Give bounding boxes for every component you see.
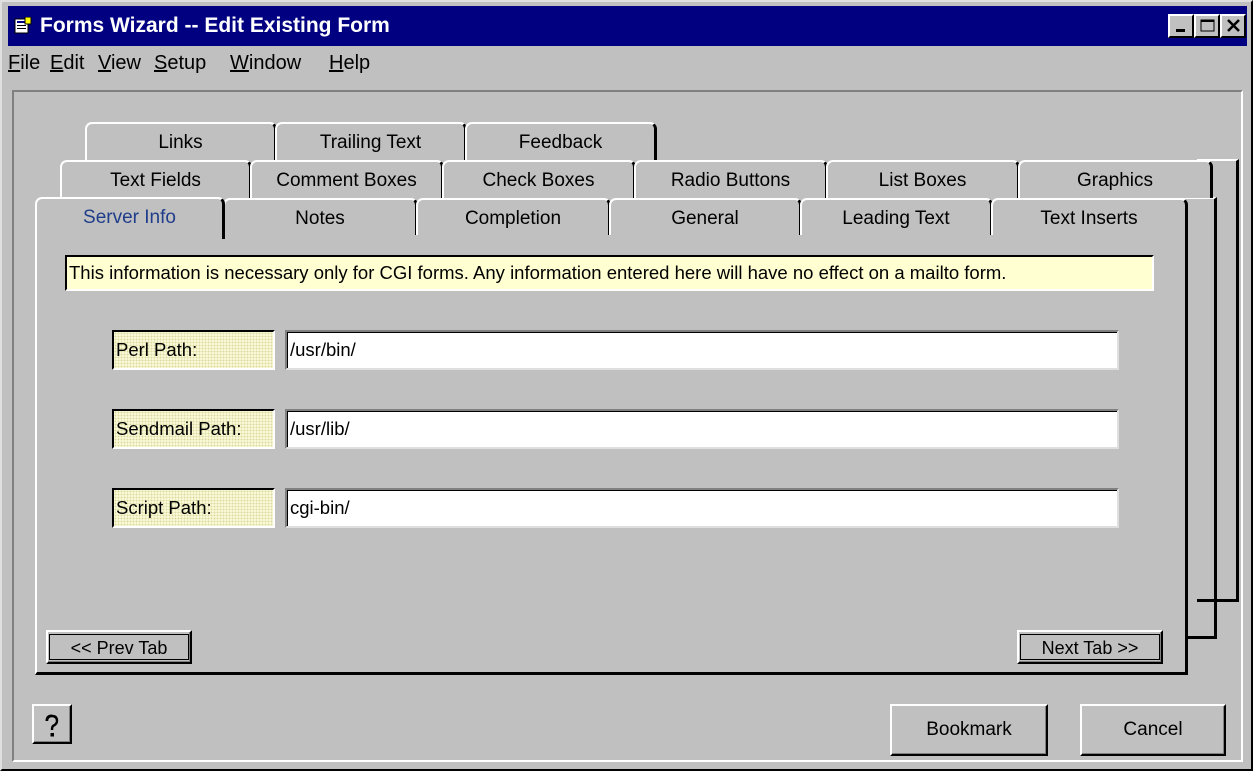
- sendmail-path-input[interactable]: [285, 409, 1119, 449]
- maximize-icon: [1200, 19, 1215, 32]
- perl-path-input[interactable]: [285, 330, 1119, 370]
- cancel-button[interactable]: Cancel: [1080, 704, 1226, 756]
- tab-general[interactable]: General: [609, 198, 802, 236]
- prev-tab-button[interactable]: << Prev Tab: [46, 630, 192, 664]
- menu-setup[interactable]: Setup: [154, 52, 206, 75]
- next-tab-button[interactable]: Next Tab >>: [1017, 630, 1163, 664]
- tab-text-fields[interactable]: Text Fields: [60, 160, 252, 198]
- next-tab-label: Next Tab >>: [1020, 634, 1160, 660]
- title-bar[interactable]: Forms Wizard -- Edit Existing Form: [8, 6, 1247, 46]
- script-path-input[interactable]: [285, 488, 1119, 528]
- tab-graphics[interactable]: Graphics: [1018, 160, 1213, 198]
- tab-notes[interactable]: Notes: [223, 198, 418, 236]
- cgi-info-note: This information is necessary only for C…: [65, 255, 1154, 291]
- close-icon: [1227, 19, 1240, 32]
- tab-server-info[interactable]: Server Info: [35, 197, 225, 239]
- menu-help[interactable]: Help: [329, 52, 370, 75]
- tab-feedback[interactable]: Feedback: [465, 122, 657, 160]
- menu-window[interactable]: Window: [230, 52, 301, 75]
- menu-edit[interactable]: Edit: [50, 52, 84, 75]
- tab-radio-buttons[interactable]: Radio Buttons: [634, 160, 828, 198]
- tab-text-inserts[interactable]: Text Inserts: [991, 198, 1188, 236]
- menu-file[interactable]: File: [8, 52, 40, 75]
- tab-trailing-text[interactable]: Trailing Text: [275, 122, 467, 160]
- menu-view[interactable]: View: [98, 52, 141, 75]
- window-title: Forms Wizard -- Edit Existing Form: [40, 14, 390, 37]
- tab-check-boxes[interactable]: Check Boxes: [442, 160, 636, 198]
- sendmail-path-label: Sendmail Path:: [112, 409, 275, 449]
- minimize-icon: [1176, 29, 1185, 32]
- minimize-button[interactable]: [1168, 14, 1194, 38]
- close-button[interactable]: [1220, 14, 1246, 38]
- perl-path-label: Perl Path:: [112, 330, 275, 370]
- help-button[interactable]: [32, 704, 72, 744]
- tab-list-boxes[interactable]: List Boxes: [826, 160, 1020, 198]
- tab-links[interactable]: Links: [85, 122, 277, 160]
- maximize-button[interactable]: [1194, 14, 1220, 38]
- server-info-panel: This information is necessary only for C…: [35, 235, 1188, 675]
- tab-completion[interactable]: Completion: [416, 198, 611, 236]
- tab-comment-boxes[interactable]: Comment Boxes: [250, 160, 444, 198]
- app-icon: [14, 16, 32, 35]
- tab-leading-text[interactable]: Leading Text: [800, 198, 993, 236]
- question-mark-icon: [45, 714, 59, 736]
- script-path-label: Script Path:: [112, 488, 275, 528]
- bookmark-button[interactable]: Bookmark: [890, 704, 1048, 756]
- prev-tab-label: << Prev Tab: [49, 634, 189, 660]
- main-window: Forms Wizard -- Edit Existing Form File …: [0, 0, 1253, 771]
